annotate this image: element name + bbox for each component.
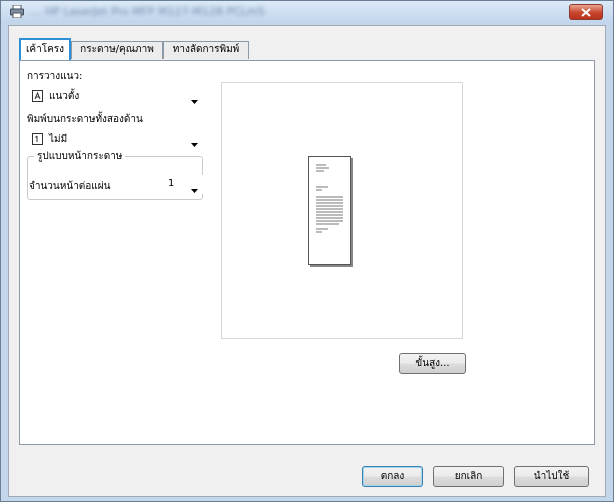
page-preview-thumbnail — [308, 156, 351, 265]
cancel-button[interactable]: ยกเลิก — [433, 466, 504, 487]
apply-button[interactable]: นำไปใช้ — [514, 466, 589, 487]
single-sided-page-icon — [32, 133, 43, 148]
document-text-lines-icon — [316, 164, 343, 233]
duplex-select[interactable]: ไม่มี — [27, 130, 204, 148]
close-icon — [581, 8, 591, 17]
window-title: ... HP LaserJet Pro MFP M127-M128 PCLmS — [31, 5, 431, 18]
tab-layout[interactable]: เค้าโครง — [19, 38, 71, 60]
duplex-label: พิมพ์บนกระดาษทั้งสองด้าน — [27, 114, 143, 125]
pages-per-sheet-label: จำนวนหน้าต่อแผ่น — [29, 181, 111, 192]
orientation-select[interactable]: แนวตั้ง — [27, 87, 204, 105]
ok-button[interactable]: ตกลง — [362, 466, 423, 487]
pages-per-sheet-value: 1 — [168, 178, 175, 189]
layout-preview — [221, 82, 463, 339]
pages-per-sheet-select[interactable]: 1 — [163, 175, 204, 194]
dialog-body: เค้าโครง กระดาษ/คุณภาพ ทางลัดการพิมพ์ กา… — [8, 25, 606, 497]
orientation-value: แนวตั้ง — [49, 91, 80, 102]
title-bar: ... HP LaserJet Pro MFP M127-M128 PCLmS — [1, 1, 613, 23]
tab-paper-quality[interactable]: กระดาษ/คุณภาพ — [71, 41, 163, 59]
layout-tab-panel: การวางแนว: แนวตั้ง พิมพ์บนกระดาษทั้งสองด… — [19, 60, 595, 445]
window-title-left: ... — [31, 5, 42, 18]
chevron-down-icon — [191, 183, 198, 196]
duplex-value: ไม่มี — [49, 134, 68, 145]
chevron-down-icon — [191, 137, 198, 150]
print-preferences-dialog: ... HP LaserJet Pro MFP M127-M128 PCLmS … — [0, 0, 614, 502]
close-button[interactable] — [569, 4, 603, 20]
chevron-down-icon — [191, 94, 198, 107]
portrait-orientation-icon — [32, 90, 43, 105]
tab-printing-shortcuts[interactable]: ทางลัดการพิมพ์ — [163, 41, 249, 59]
orientation-label: การวางแนว: — [27, 71, 83, 82]
page-format-group-title: รูปแบบหน้ากระดาษ — [34, 149, 126, 164]
advanced-button[interactable]: ขั้นสูง... — [399, 353, 466, 374]
printer-icon — [10, 4, 24, 19]
window-title-printer: HP LaserJet Pro MFP M127-M128 PCLmS — [45, 5, 265, 18]
